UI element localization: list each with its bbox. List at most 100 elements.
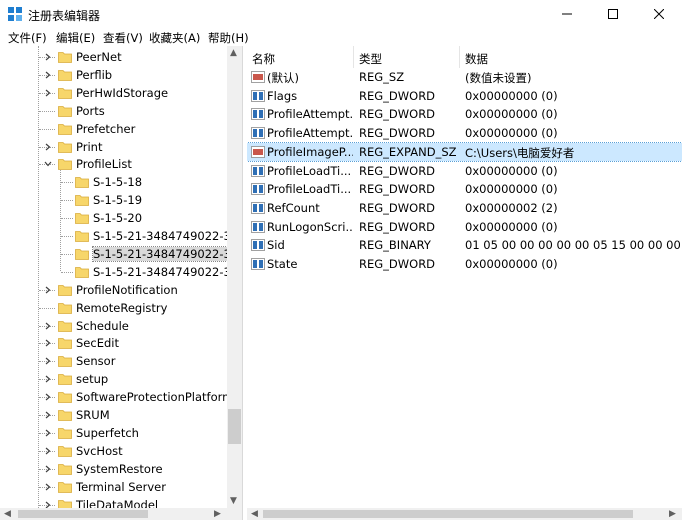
tree-item[interactable]: Prefetcher <box>0 120 226 138</box>
registry-value-row[interactable]: ProfileLoadTi... REG_DWORD 0x00000000 (0) <box>247 180 682 198</box>
title-bar[interactable]: 注册表编辑器 <box>0 0 682 28</box>
chevron-right-icon[interactable] <box>44 375 52 383</box>
chevron-right-icon[interactable] <box>44 393 52 401</box>
chevron-right-icon[interactable] <box>44 89 52 97</box>
column-header-name[interactable]: 名称 <box>247 46 354 68</box>
maximize-button[interactable] <box>590 0 636 28</box>
registry-values-list[interactable]: 名称 类型 数据 (默认) REG_SZ (数值未设置) Flags REG_DWORD… <box>247 46 682 520</box>
tree-item[interactable]: Terminal Server <box>0 478 226 496</box>
column-header-label: 数据 <box>465 52 488 66</box>
tree-item[interactable]: setup <box>0 370 226 388</box>
folder-icon <box>58 427 72 439</box>
binary-value-icon <box>251 183 265 196</box>
tree-item-label: SRUM <box>76 408 110 422</box>
value-data-cell: 0x00000002 (2) <box>465 200 558 215</box>
value-type-cell: REG_DWORD <box>359 182 436 197</box>
tree-item[interactable]: Sensor <box>0 352 226 370</box>
registry-value-row[interactable]: (默认) REG_SZ (数值未设置) <box>247 68 682 86</box>
scroll-left-arrow-icon[interactable]: ◀ <box>251 509 258 519</box>
tree-item[interactable]: ProfileNotification <box>0 281 226 299</box>
scroll-right-arrow-icon[interactable]: ▶ <box>669 509 676 519</box>
menu-view[interactable]: 查看(V) <box>103 30 143 46</box>
chevron-down-icon[interactable] <box>44 160 52 168</box>
tree-guide-line <box>39 110 55 112</box>
tree-vertical-scrollbar[interactable]: ▲ ▼ <box>227 46 242 508</box>
value-type-cell: REG_SZ <box>359 70 405 84</box>
tree-item[interactable]: Print <box>0 138 226 156</box>
tree-item[interactable]: Superfetch <box>0 424 226 442</box>
registry-value-row[interactable]: ProfileAttempt... REG_DWORD 0x00000000 (0) <box>247 105 682 123</box>
tree-item[interactable]: PeerNet <box>0 48 226 66</box>
registry-value-row[interactable]: RefCount REG_DWORD 0x00000002 (2) <box>247 199 682 217</box>
folder-icon <box>58 141 72 153</box>
value-name-cell: Flags <box>267 88 298 103</box>
tree-hscroll-thumb[interactable] <box>18 510 148 518</box>
close-button[interactable] <box>636 0 682 28</box>
registry-value-row[interactable]: ProfileImageP... REG_EXPAND_SZ C:\Users\电脑… <box>247 141 682 162</box>
scroll-right-arrow-icon[interactable]: ▶ <box>214 509 221 519</box>
value-type-cell: REG_DWORD <box>359 107 436 122</box>
tree-item[interactable]: Schedule <box>0 317 226 335</box>
chevron-right-icon[interactable] <box>44 322 52 330</box>
chevron-right-icon[interactable] <box>44 71 52 79</box>
tree-item[interactable]: SRUM <box>0 406 226 424</box>
column-header-type[interactable]: 类型 <box>354 46 460 68</box>
chevron-right-icon[interactable] <box>44 483 52 491</box>
value-name-cell: ProfileLoadTi... <box>267 163 352 178</box>
column-header-data[interactable]: 数据 <box>460 46 682 68</box>
chevron-right-icon[interactable] <box>44 447 52 455</box>
menu-file[interactable]: 文件(F) <box>8 30 47 46</box>
chevron-right-icon[interactable] <box>44 339 52 347</box>
tree-item[interactable]: S-1-5-21-3484749022-345 <box>0 245 242 263</box>
menu-help[interactable]: 帮助(H) <box>208 30 249 46</box>
tree-item[interactable]: S-1-5-19 <box>0 191 226 209</box>
folder-icon <box>58 123 72 135</box>
registry-value-row[interactable]: Flags REG_DWORD 0x00000000 (0) <box>247 87 682 105</box>
tree-item[interactable]: S-1-5-18 <box>0 173 226 191</box>
binary-value-icon <box>251 127 265 139</box>
tree-item[interactable]: ProfileList <box>0 155 226 173</box>
tree-item[interactable]: S-1-5-20 <box>0 209 226 227</box>
registry-value-row[interactable]: ProfileLoadTi... REG_DWORD 0x00000000 (0) <box>247 162 682 180</box>
values-horizontal-scrollbar[interactable]: ◀ ▶ <box>247 508 682 520</box>
tree-item[interactable]: SvcHost <box>0 442 226 460</box>
registry-value-row[interactable]: Sid REG_BINARY 01 05 00 00 00 00 00 05 15 … <box>247 236 682 254</box>
tree-item[interactable]: Perflib <box>0 66 226 84</box>
tree-item[interactable]: S-1-5-21-3484749022-345 <box>0 227 242 245</box>
values-hscroll-thumb[interactable] <box>263 510 633 518</box>
minimize-button[interactable] <box>544 0 590 28</box>
chevron-right-icon[interactable] <box>44 357 52 365</box>
value-data-cell: 0x00000000 (0) <box>465 163 558 178</box>
menu-edit[interactable]: 编辑(E) <box>56 30 95 46</box>
tree-item[interactable]: SystemRestore <box>0 460 226 478</box>
tree-scroll-thumb[interactable] <box>228 409 241 444</box>
tree-item[interactable]: RemoteRegistry <box>0 299 226 317</box>
tree-item-label: Perflib <box>76 67 113 82</box>
tree-item-label: SecEdit <box>76 336 119 351</box>
chevron-right-icon[interactable] <box>44 53 52 61</box>
registry-key-tree[interactable]: PeerNet Perflib PerHwIdStorage Ports Prefetc… <box>0 46 243 520</box>
chevron-right-icon[interactable] <box>44 429 52 437</box>
registry-value-row[interactable]: State REG_DWORD 0x00000000 (0) <box>247 255 682 273</box>
chevron-right-icon[interactable] <box>44 411 52 419</box>
scroll-left-arrow-icon[interactable]: ◀ <box>4 509 11 519</box>
chevron-right-icon[interactable] <box>44 143 52 151</box>
registry-value-row[interactable]: RunLogonScri... REG_DWORD 0x00000000 (0) <box>247 218 682 236</box>
chevron-right-icon[interactable] <box>44 286 52 294</box>
value-type-cell: REG_DWORD <box>359 88 436 103</box>
registry-value-row[interactable]: ProfileAttempt... REG_DWORD 0x00000000 (0) <box>247 124 682 142</box>
menu-favorites[interactable]: 收藏夹(A) <box>149 30 200 46</box>
tree-item[interactable]: PerHwIdStorage <box>0 84 226 102</box>
value-name-cell: RefCount <box>267 200 320 215</box>
tree-item[interactable]: SecEdit <box>0 334 226 352</box>
tree-item[interactable]: S-1-5-21-3484749022-345 <box>0 263 242 281</box>
chevron-right-icon[interactable] <box>44 465 52 473</box>
value-name-cell: State <box>267 257 298 271</box>
tree-item-label: S-1-5-21-3484749022-345 <box>93 229 243 243</box>
scroll-up-arrow-icon[interactable]: ▲ <box>230 48 237 58</box>
value-data-cell: 0x00000000 (0) <box>465 107 558 122</box>
tree-item[interactable]: SoftwareProtectionPlatform <box>0 388 233 406</box>
tree-horizontal-scrollbar[interactable]: ◀ ▶ <box>0 508 227 520</box>
tree-item[interactable]: Ports <box>0 102 226 120</box>
scroll-down-arrow-icon[interactable]: ▼ <box>230 496 237 506</box>
